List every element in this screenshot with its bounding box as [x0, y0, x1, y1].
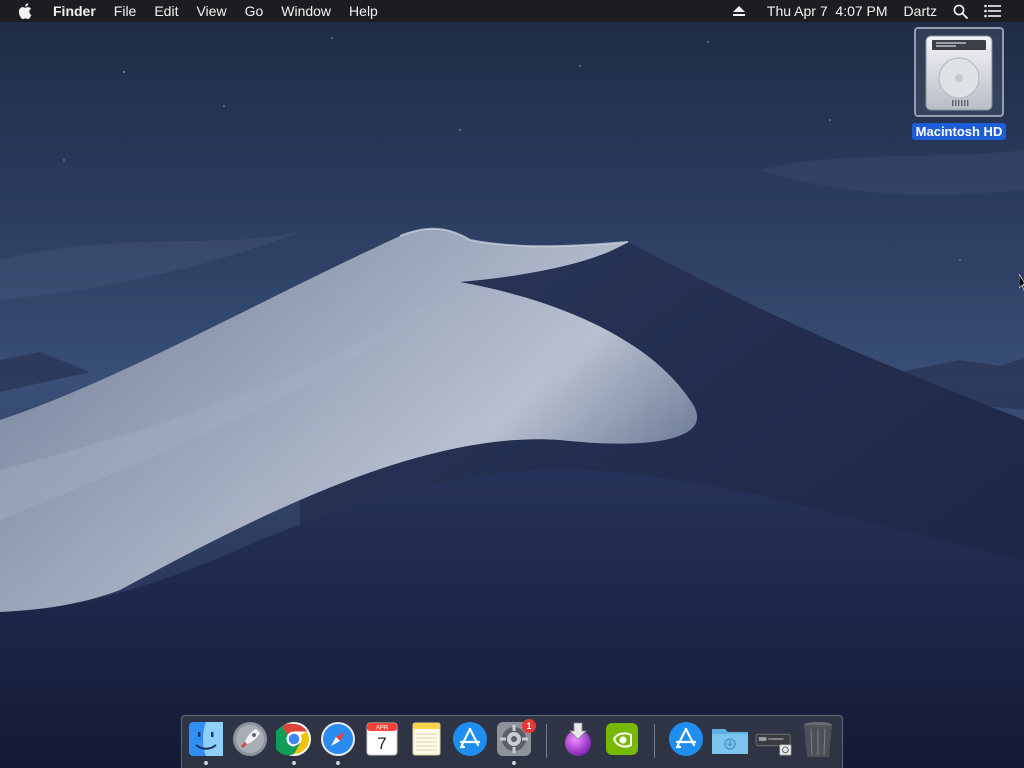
menu-go[interactable]: Go [236, 0, 273, 22]
running-indicator [512, 761, 516, 765]
calendar-day: 7 [377, 734, 386, 753]
running-indicator [336, 761, 340, 765]
running-indicator [292, 761, 296, 765]
running-indicator [204, 761, 208, 765]
dock-item-launchpad[interactable] [231, 721, 269, 761]
dock-item-safari[interactable] [319, 721, 357, 765]
safari-icon [321, 722, 355, 756]
dock-item-system-preferences[interactable]: 1 [495, 719, 536, 765]
user-name[interactable]: Dartz [896, 0, 945, 22]
app-store-icon [669, 722, 703, 756]
menu-app-finder[interactable]: Finder [53, 0, 105, 22]
dock-item-calendar[interactable]: APR 7 [363, 721, 401, 761]
trash-icon [804, 722, 832, 757]
menu-edit[interactable]: Edit [145, 0, 187, 22]
finder-icon [189, 722, 223, 756]
desktop-icon-macintosh-hd[interactable]: Macintosh HD [908, 27, 1010, 141]
notes-icon [412, 722, 441, 756]
dock-item-disk[interactable] [755, 721, 793, 761]
menu-file[interactable]: File [105, 0, 146, 22]
installer-icon [565, 722, 591, 756]
clock[interactable]: Thu Apr 7 4:07 PM [753, 0, 896, 22]
nvidia-icon [606, 723, 638, 755]
dock-item-chrome[interactable] [275, 721, 313, 765]
chrome-icon [276, 722, 311, 756]
search-icon[interactable] [945, 4, 976, 19]
dock-item-nvidia[interactable] [603, 721, 641, 761]
menu-help[interactable]: Help [340, 0, 387, 22]
folder-icon [712, 729, 748, 754]
apple-logo-icon[interactable] [18, 3, 33, 19]
calendar-icon: APR 7 [366, 722, 398, 756]
launchpad-icon [233, 722, 267, 756]
dock-item-finder[interactable] [187, 721, 225, 765]
app-store-icon [453, 722, 487, 756]
dock-separator [654, 724, 655, 758]
desktop-icon-label: Macintosh HD [911, 123, 1007, 140]
dock: APR 7 1 [181, 715, 843, 768]
dock-item-app-store[interactable] [451, 721, 489, 761]
dock-item-installer[interactable] [559, 721, 597, 761]
dock-separator [546, 724, 547, 758]
dock-item-trash[interactable] [799, 721, 837, 761]
disk-icon [755, 733, 792, 756]
notification-badge: 1 [522, 719, 536, 733]
dock-item-app-store-2[interactable] [667, 721, 705, 761]
menu-bar: Finder File Edit View Go Window Help Thu… [0, 0, 1024, 22]
dock-item-folder[interactable] [711, 721, 749, 761]
eject-icon[interactable] [725, 6, 753, 16]
wallpaper [0, 0, 1024, 768]
mouse-cursor-icon [1019, 274, 1024, 291]
list-icon[interactable] [976, 4, 1010, 18]
dock-item-notes[interactable] [407, 721, 445, 761]
menu-window[interactable]: Window [272, 0, 340, 22]
desktop[interactable]: Finder File Edit View Go Window Help Thu… [0, 0, 1024, 768]
hard-drive-icon [925, 35, 993, 111]
calendar-month: APR [376, 726, 389, 732]
menu-view[interactable]: View [187, 0, 235, 22]
